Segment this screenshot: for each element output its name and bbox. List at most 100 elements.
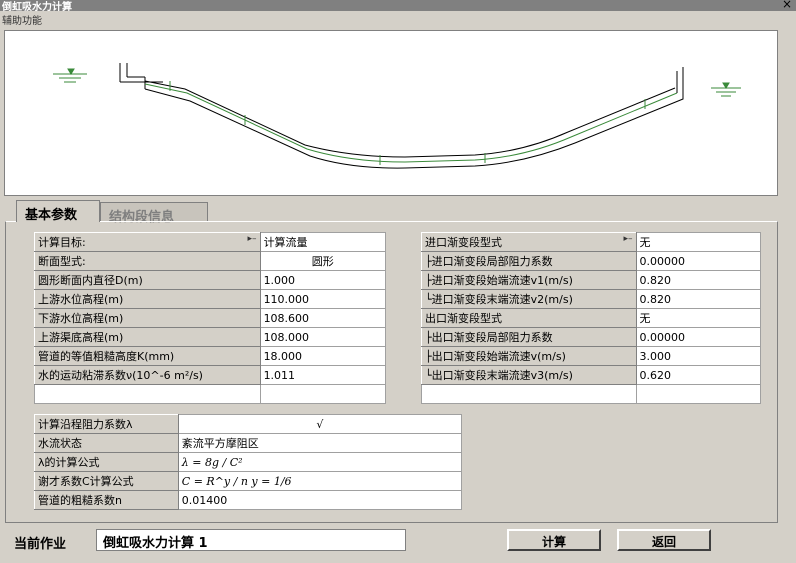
param-label-text: ├进口渐变段局部阻力系数 — [425, 255, 553, 268]
param-label-text: └出口渐变段末端流速v3(m/s) — [425, 369, 573, 382]
empty-row — [34, 384, 387, 404]
right-params-table: 进口渐变段型式 ▸– 无 ├进口渐变段局部阻力系数 0.00000 ├进口渐变段始端流速v… — [421, 232, 762, 404]
param-label: 水流状态 — [34, 433, 179, 453]
table-row: 谢才系数C计算公式 C = R^y / n y = 1/6 — [34, 471, 463, 491]
param-label-text: ├出口渐变段始端流速v(m/s) — [425, 350, 566, 363]
left-params-table: 计算目标: ▸– 计算流量 断面型式: 圆形 圆形断面内直径D(m) 1.000 上游水位高程… — [34, 232, 387, 404]
param-value[interactable]: λ = 8g / C² — [177, 452, 463, 472]
param-label: 进口渐变段型式 ▸– — [421, 232, 637, 252]
param-label-text: 断面型式: — [38, 255, 86, 268]
table-row: ├出口渐变段始端流速v(m/s) 3.000 — [421, 346, 762, 366]
param-value[interactable]: 圆形 — [259, 251, 387, 271]
param-value[interactable]: 无 — [635, 232, 762, 252]
param-label-text: 计算目标: — [38, 236, 86, 249]
param-label-text: 计算沿程阻力系数λ — [38, 418, 133, 431]
param-label-text: 进口渐变段型式 — [425, 236, 502, 249]
close-icon[interactable]: × — [782, 0, 792, 11]
param-label: 下游水位高程(m) — [34, 308, 261, 328]
param-value[interactable]: 0.01400 — [177, 490, 463, 510]
param-label-text: └进口渐变段末端流速v2(m/s) — [425, 293, 573, 306]
param-value[interactable]: 0.820 — [635, 270, 762, 290]
table-row: 出口渐变段型式 无 — [421, 308, 762, 328]
param-value[interactable]: 1.011 — [259, 365, 387, 385]
back-button[interactable]: 返回 — [617, 529, 711, 551]
param-label: 水的运动粘滞系数ν(10^-6 m²/s) — [34, 365, 261, 385]
param-value[interactable]: 0.00000 — [635, 327, 762, 347]
param-value[interactable]: 1.000 — [259, 270, 387, 290]
table-row: 管道的等值粗糙高度K(mm) 18.000 — [34, 346, 387, 366]
table-row: λ的计算公式 λ = 8g / C² — [34, 452, 463, 472]
param-label: 出口渐变段型式 — [421, 308, 637, 328]
pipe-inner-line — [144, 80, 676, 158]
table-row: └出口渐变段末端流速v3(m/s) 0.620 — [421, 365, 762, 385]
empty-cell — [635, 384, 762, 404]
param-label: ├出口渐变段局部阻力系数 — [421, 327, 637, 347]
pipe-centerline — [144, 83, 678, 163]
table-row: 计算沿程阻力系数λ √ — [34, 414, 463, 434]
table-row: 上游水位高程(m) 110.000 — [34, 289, 387, 309]
param-label: ├进口渐变段始端流速v1(m/s) — [421, 270, 637, 290]
param-value[interactable]: 无 — [635, 308, 762, 328]
table-row: 进口渐变段型式 ▸– 无 — [421, 232, 762, 252]
inlet-structure — [119, 63, 163, 89]
param-label: 上游渠底高程(m) — [34, 327, 261, 347]
param-value[interactable]: 0.620 — [635, 365, 762, 385]
param-label: 谢才系数C计算公式 — [34, 471, 179, 491]
footer-bar: 当前作业 倒虹吸水力计算 1 计算 返回 — [0, 528, 796, 558]
param-value[interactable]: 108.000 — [259, 327, 387, 347]
dropdown-arrow-icon[interactable]: ▸– — [624, 234, 633, 244]
param-value[interactable]: √ — [177, 414, 463, 434]
param-value[interactable]: 3.000 — [635, 346, 762, 366]
param-label-text: 水流状态 — [38, 437, 82, 450]
param-value[interactable]: 18.000 — [259, 346, 387, 366]
param-value[interactable]: 0.00000 — [635, 251, 762, 271]
empty-cell — [259, 384, 387, 404]
param-value[interactable]: C = R^y / n y = 1/6 — [177, 471, 463, 491]
param-label-text: 圆形断面内直径D(m) — [38, 274, 143, 287]
param-label: 管道的粗糙系数n — [34, 490, 179, 510]
menu-item-tools[interactable]: 辅助功能 — [2, 12, 42, 27]
table-row: 断面型式: 圆形 — [34, 251, 387, 271]
param-label-text: 谢才系数C计算公式 — [38, 475, 134, 488]
table-row: ├进口渐变段始端流速v1(m/s) 0.820 — [421, 270, 762, 290]
param-label-text: 出口渐变段型式 — [425, 312, 502, 325]
table-row: ├进口渐变段局部阻力系数 0.00000 — [421, 251, 762, 271]
param-label-text: ├进口渐变段始端流速v1(m/s) — [425, 274, 573, 287]
friction-params-table: 计算沿程阻力系数λ √ 水流状态 紊流平方摩阻区 λ的计算公式 λ = 8g / C² 谢才… — [34, 414, 463, 510]
downstream-water-level-icon — [711, 82, 741, 97]
current-job-label: 当前作业 — [14, 537, 67, 552]
param-value[interactable]: 0.820 — [635, 289, 762, 309]
tab-basic-params[interactable]: 基本参数 — [16, 200, 100, 223]
param-label-text: 上游水位高程(m) — [38, 293, 124, 306]
param-label: ├出口渐变段始端流速v(m/s) — [421, 346, 637, 366]
param-label-text: 下游水位高程(m) — [38, 312, 124, 325]
current-job-input[interactable]: 倒虹吸水力计算 1 — [96, 529, 406, 551]
param-label: 断面型式: — [34, 251, 261, 271]
param-label: 计算目标: ▸– — [34, 232, 261, 252]
siphon-profile-drawing — [53, 63, 741, 169]
table-row: 水的运动粘滞系数ν(10^-6 m²/s) 1.011 — [34, 365, 387, 385]
param-label-text: 上游渠底高程(m) — [38, 331, 124, 344]
title-bar: 倒虹吸水力计算 × — [0, 0, 796, 13]
dropdown-arrow-icon[interactable]: ▸– — [248, 234, 257, 244]
tab-structure-info[interactable]: 结构段信息 — [100, 202, 208, 225]
param-value[interactable]: 计算流量 — [259, 232, 387, 252]
param-value[interactable]: 110.000 — [259, 289, 387, 309]
param-label: ├进口渐变段局部阻力系数 — [421, 251, 637, 271]
table-row: 计算目标: ▸– 计算流量 — [34, 232, 387, 252]
table-row: 水流状态 紊流平方摩阻区 — [34, 433, 463, 453]
param-label: └出口渐变段末端流速v3(m/s) — [421, 365, 637, 385]
param-label-text: ├出口渐变段局部阻力系数 — [425, 331, 553, 344]
param-label-text: 管道的粗糙系数n — [38, 494, 122, 507]
table-row: └进口渐变段末端流速v2(m/s) 0.820 — [421, 289, 762, 309]
calculate-button[interactable]: 计算 — [507, 529, 601, 551]
table-row: ├出口渐变段局部阻力系数 0.00000 — [421, 327, 762, 347]
param-value[interactable]: 紊流平方摩阻区 — [177, 433, 463, 453]
empty-cell — [421, 384, 637, 404]
pipe-joint-marks — [169, 81, 646, 165]
param-label: 计算沿程阻力系数λ — [34, 414, 179, 434]
param-label: 管道的等值粗糙高度K(mm) — [34, 346, 261, 366]
empty-cell — [34, 384, 261, 404]
param-value[interactable]: 108.600 — [259, 308, 387, 328]
param-label-text: 管道的等值粗糙高度K(mm) — [38, 350, 175, 363]
